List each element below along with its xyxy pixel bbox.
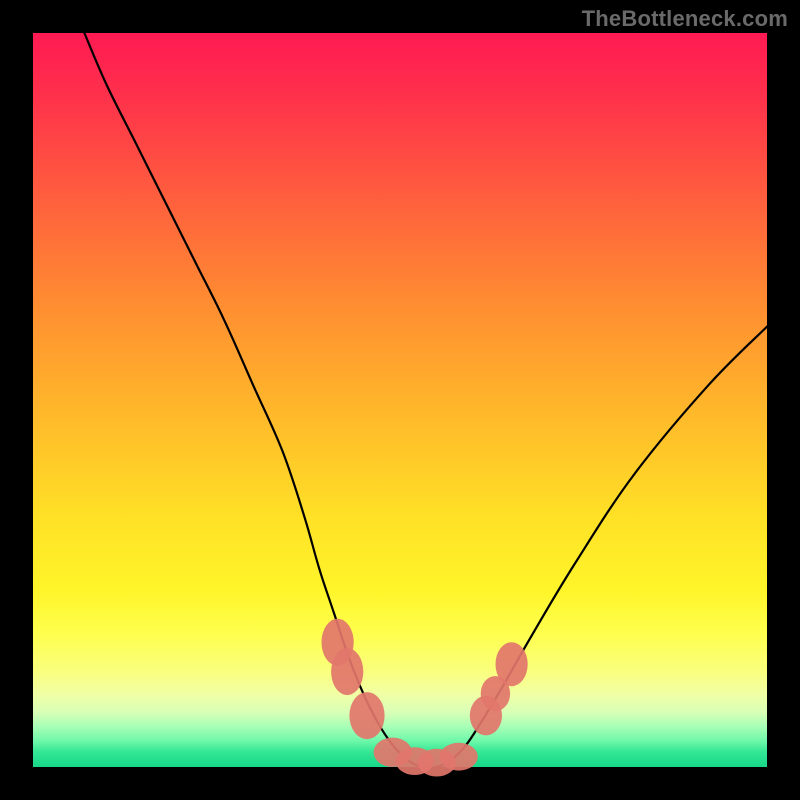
curve-marker (496, 642, 528, 686)
watermark-text: TheBottleneck.com (582, 6, 788, 32)
chart-frame: TheBottleneck.com (0, 0, 800, 800)
curve-markers (322, 619, 528, 777)
plot-area (33, 33, 767, 767)
curve-marker (349, 692, 384, 739)
curve-marker (440, 743, 478, 771)
chart-svg (33, 33, 767, 767)
bottleneck-curve (84, 33, 767, 768)
curve-marker (331, 648, 363, 695)
